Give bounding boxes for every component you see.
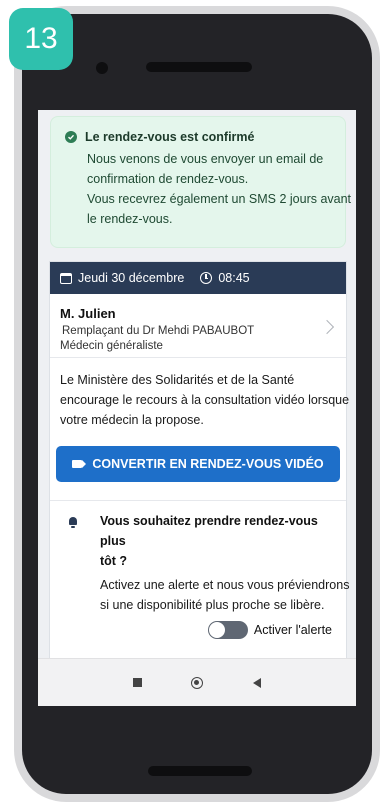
camera-icon bbox=[96, 62, 108, 74]
earlier-description: Activez une alerte et nous vous préviend… bbox=[100, 575, 350, 615]
alert-toggle-row[interactable]: Activer l'alerte bbox=[60, 621, 336, 639]
step-number: 13 bbox=[24, 22, 58, 55]
phone-screen: Le rendez-vous est confirmé Nous venons … bbox=[38, 110, 356, 728]
video-camera-icon bbox=[72, 460, 87, 468]
step-number-badge: 13 bbox=[9, 8, 73, 70]
doctor-role: Remplaçant du Dr Mehdi PABAUBOT bbox=[62, 325, 255, 337]
appointment-time: 08:45 bbox=[218, 271, 250, 285]
home-icon[interactable] bbox=[191, 676, 204, 689]
earlier-text-line: Activez une alerte et nous vous préviend… bbox=[100, 578, 350, 592]
doctor-row[interactable]: M. Julien Remplaçant du Dr Mehdi PABAUBO… bbox=[50, 294, 346, 358]
recent-apps-icon[interactable] bbox=[132, 678, 142, 687]
clock-icon bbox=[200, 272, 213, 284]
earlier-appointment-section: Vous souhaitez prendre rendez-vous plus … bbox=[50, 501, 350, 639]
convert-to-video-label: CONVERTIR EN RENDEZ-VOUS VIDÉO bbox=[92, 457, 324, 471]
earlier-title-line: Vous souhaitez prendre rendez-vous plus bbox=[100, 514, 318, 548]
bell-icon bbox=[69, 517, 77, 528]
check-circle-icon bbox=[65, 131, 77, 143]
video-consultation-info: Le Ministère des Solidarités et de la Sa… bbox=[50, 358, 350, 430]
earlier-title-line: tôt ? bbox=[100, 554, 128, 568]
appointment-header: Jeudi 30 décembre 08:45 bbox=[50, 262, 346, 294]
confirmation-line: Vous recevrez également un SMS 2 jours a… bbox=[87, 192, 352, 206]
alert-toggle-label[interactable]: Activer l'alerte bbox=[254, 623, 332, 637]
phone-bottom-bar bbox=[148, 766, 252, 776]
doctor-name: M. Julien bbox=[60, 306, 116, 321]
earlier-text-line: si une disponibilité plus proche se libè… bbox=[100, 598, 325, 612]
back-icon[interactable] bbox=[253, 677, 262, 688]
confirmation-alert: Le rendez-vous est confirmé Nous venons … bbox=[50, 116, 352, 248]
info-line: Le Ministère des Solidarités et de la Sa… bbox=[60, 373, 295, 387]
alert-toggle-switch[interactable] bbox=[207, 621, 248, 639]
phone-chin bbox=[38, 706, 356, 728]
confirmation-line: confirmation de rendez-vous. bbox=[87, 172, 249, 186]
toggle-knob bbox=[208, 622, 225, 638]
confirmation-line: le rendez-vous. bbox=[87, 212, 173, 226]
android-nav-bar bbox=[38, 658, 356, 706]
earlier-title: Vous souhaitez prendre rendez-vous plus … bbox=[100, 511, 336, 571]
info-line: votre médecin la propose. bbox=[60, 413, 204, 427]
doctor-specialty: Médecin généraliste bbox=[60, 340, 163, 352]
convert-to-video-button[interactable]: CONVERTIR EN RENDEZ-VOUS VIDÉO bbox=[56, 446, 340, 482]
calendar-icon bbox=[60, 272, 72, 284]
appointment-date: Jeudi 30 décembre bbox=[78, 271, 185, 285]
speaker-grille bbox=[146, 62, 252, 72]
confirmation-title: Le rendez-vous est confirmé bbox=[85, 130, 255, 144]
confirmation-line: Nous venons de vous envoyer un email de bbox=[87, 152, 324, 166]
info-line: encourage le recours à la consultation v… bbox=[60, 393, 350, 407]
